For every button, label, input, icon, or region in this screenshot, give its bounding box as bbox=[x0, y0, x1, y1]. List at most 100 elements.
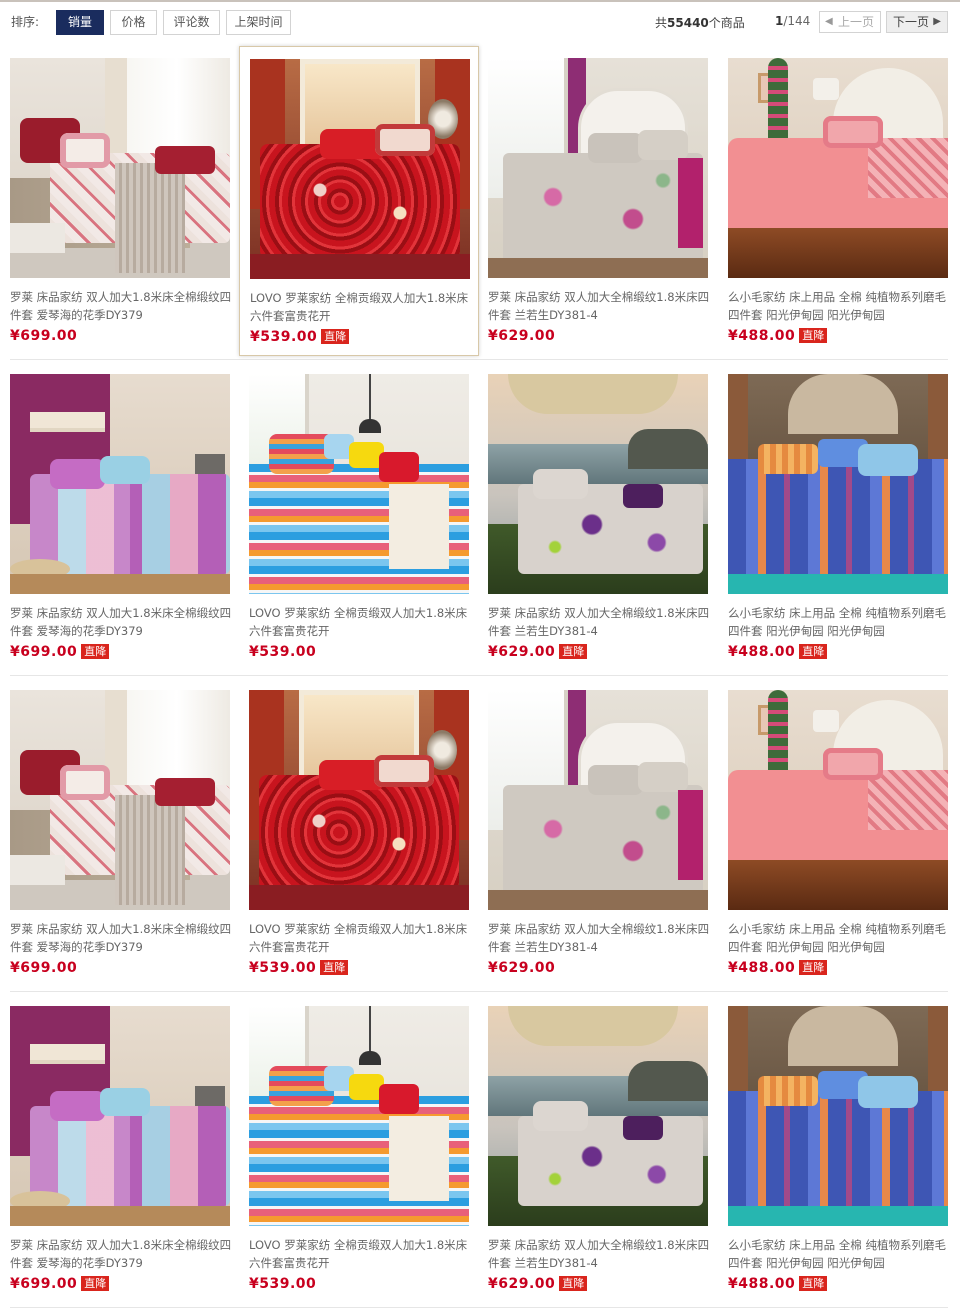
product-price-row: ¥699.00 bbox=[10, 960, 77, 976]
product-price: ¥539.00 bbox=[250, 329, 318, 345]
product-card[interactable]: 么小毛家纺 床上用品 全棉 纯植物系列磨毛 四件套 阳光伊甸园 阳光伊甸园 ¥4… bbox=[718, 362, 958, 672]
result-count-value: 55440 bbox=[667, 16, 709, 30]
product-price: ¥629.00 bbox=[488, 1276, 556, 1292]
product-title[interactable]: 罗莱 床品家纺 双人加大1.8米床全棉缎纹四件套 爱琴海的花季DY379 bbox=[10, 288, 232, 324]
product-title[interactable]: 罗莱 床品家纺 双人加大1.8米床全棉缎纹四件套 爱琴海的花季DY379 bbox=[10, 604, 232, 640]
product-title[interactable]: LOVO 罗莱家纺 全棉贡缎双人加大1.8米床六件套富贵花开 bbox=[249, 920, 471, 956]
product-price: ¥488.00 bbox=[728, 1276, 796, 1292]
product-image[interactable] bbox=[249, 374, 469, 594]
next-page-button[interactable]: 下一页 ▶ bbox=[886, 11, 948, 33]
product-card[interactable]: 罗莱 床品家纺 双人加大全棉缎纹1.8米床四件套 兰若生DY381-4 ¥629… bbox=[478, 362, 718, 672]
product-card[interactable]: 么小毛家纺 床上用品 全棉 纯植物系列磨毛 四件套 阳光伊甸园 阳光伊甸园 ¥4… bbox=[718, 994, 958, 1304]
price-drop-badge: 直降 bbox=[81, 1276, 110, 1291]
product-price-row: ¥629.00 bbox=[488, 960, 555, 976]
product-image[interactable] bbox=[728, 58, 948, 278]
product-card[interactable]: LOVO 罗莱家纺 全棉贡缎双人加大1.8米床六件套富贵花开 ¥539.00 直降 bbox=[239, 678, 479, 988]
product-card[interactable]: 罗莱 床品家纺 双人加大1.8米床全棉缎纹四件套 爱琴海的花季DY379 ¥69… bbox=[0, 678, 240, 988]
price-drop-badge: 直降 bbox=[799, 328, 828, 343]
price-drop-badge: 直降 bbox=[799, 1276, 828, 1291]
prev-page-label: 上一页 bbox=[838, 15, 875, 29]
product-price-row: ¥629.00 直降 bbox=[488, 644, 588, 660]
product-card[interactable]: 罗莱 床品家纺 双人加大全棉缎纹1.8米床四件套 兰若生DY381-4 ¥629… bbox=[478, 994, 718, 1304]
product-price-row: ¥488.00 直降 bbox=[728, 644, 828, 660]
product-price: ¥488.00 bbox=[728, 960, 796, 976]
product-price-row: ¥488.00 直降 bbox=[728, 328, 828, 344]
sort-label: 排序: bbox=[11, 15, 40, 29]
product-price-row: ¥629.00 直降 bbox=[488, 1276, 588, 1292]
row-divider bbox=[10, 359, 948, 360]
product-price: ¥488.00 bbox=[728, 644, 796, 660]
product-title[interactable]: 么小毛家纺 床上用品 全棉 纯植物系列磨毛 四件套 阳光伊甸园 阳光伊甸园 bbox=[728, 920, 950, 956]
product-image[interactable] bbox=[10, 1006, 230, 1226]
product-price: ¥699.00 bbox=[10, 328, 78, 344]
product-title[interactable]: 么小毛家纺 床上用品 全棉 纯植物系列磨毛 四件套 阳光伊甸园 阳光伊甸园 bbox=[728, 288, 950, 324]
price-drop-badge: 直降 bbox=[81, 644, 110, 659]
row-divider bbox=[10, 991, 948, 992]
total-pages: /144 bbox=[783, 14, 811, 28]
product-card[interactable]: 罗莱 床品家纺 双人加大1.8米床全棉缎纹四件套 爱琴海的花季DY379 ¥69… bbox=[0, 46, 240, 356]
product-image[interactable] bbox=[10, 374, 230, 594]
product-price: ¥629.00 bbox=[488, 644, 556, 660]
product-card[interactable]: 罗莱 床品家纺 双人加大1.8米床全棉缎纹四件套 爱琴海的花季DY379 ¥69… bbox=[0, 994, 240, 1304]
product-title[interactable]: 罗莱 床品家纺 双人加大1.8米床全棉缎纹四件套 爱琴海的花季DY379 bbox=[10, 1236, 232, 1272]
product-image[interactable] bbox=[728, 374, 948, 594]
product-title[interactable]: 罗莱 床品家纺 双人加大全棉缎纹1.8米床四件套 兰若生DY381-4 bbox=[488, 604, 710, 640]
product-price: ¥699.00 bbox=[10, 1276, 78, 1292]
product-card[interactable]: 罗莱 床品家纺 双人加大1.8米床全棉缎纹四件套 爱琴海的花季DY379 ¥69… bbox=[0, 362, 240, 672]
prev-page-button[interactable]: ◀ 上一页 bbox=[819, 11, 881, 33]
sort-by-reviews-button[interactable]: 评论数 bbox=[163, 10, 220, 35]
product-card[interactable]: 么小毛家纺 床上用品 全棉 纯植物系列磨毛 四件套 阳光伊甸园 阳光伊甸园 ¥4… bbox=[718, 46, 958, 356]
product-price-row: ¥539.00 直降 bbox=[249, 960, 349, 976]
chevron-left-icon: ◀ bbox=[825, 16, 833, 27]
product-card[interactable]: 罗莱 床品家纺 双人加大全棉缎纹1.8米床四件套 兰若生DY381-4 ¥629… bbox=[478, 46, 718, 356]
product-image[interactable] bbox=[488, 374, 708, 594]
price-drop-badge: 直降 bbox=[799, 960, 828, 975]
product-price-row: ¥539.00 bbox=[249, 644, 316, 660]
product-card[interactable]: 么小毛家纺 床上用品 全棉 纯植物系列磨毛 四件套 阳光伊甸园 阳光伊甸园 ¥4… bbox=[718, 678, 958, 988]
product-title[interactable]: 罗莱 床品家纺 双人加大全棉缎纹1.8米床四件套 兰若生DY381-4 bbox=[488, 288, 710, 324]
product-image[interactable] bbox=[488, 58, 708, 278]
product-card[interactable]: LOVO 罗莱家纺 全棉贡缎双人加大1.8米床六件套富贵花开 ¥539.00 bbox=[239, 362, 479, 672]
product-image[interactable] bbox=[728, 690, 948, 910]
product-price: ¥629.00 bbox=[488, 960, 556, 976]
product-title[interactable]: 罗莱 床品家纺 双人加大1.8米床全棉缎纹四件套 爱琴海的花季DY379 bbox=[10, 920, 232, 956]
price-drop-badge: 直降 bbox=[320, 960, 349, 975]
product-title[interactable]: 罗莱 床品家纺 双人加大全棉缎纹1.8米床四件套 兰若生DY381-4 bbox=[488, 920, 710, 956]
result-count-prefix: 共 bbox=[655, 16, 668, 30]
page-indicator: 1/144 bbox=[775, 14, 810, 28]
product-price: ¥699.00 bbox=[10, 960, 78, 976]
product-card[interactable]: LOVO 罗莱家纺 全棉贡缎双人加大1.8米床六件套富贵花开 ¥539.00 直降 bbox=[239, 46, 479, 356]
product-image[interactable] bbox=[250, 59, 470, 279]
product-price-row: ¥539.00 bbox=[249, 1276, 316, 1292]
product-title[interactable]: 罗莱 床品家纺 双人加大全棉缎纹1.8米床四件套 兰若生DY381-4 bbox=[488, 1236, 710, 1272]
product-image[interactable] bbox=[728, 1006, 948, 1226]
product-price-row: ¥488.00 直降 bbox=[728, 960, 828, 976]
sort-by-sales-button[interactable]: 销量 bbox=[56, 10, 104, 35]
product-card[interactable]: LOVO 罗莱家纺 全棉贡缎双人加大1.8米床六件套富贵花开 ¥539.00 bbox=[239, 994, 479, 1304]
sort-by-price-button[interactable]: 价格 bbox=[110, 10, 157, 35]
sort-toolbar: 排序: 销量 价格 评论数 上架时间 共55440个商品 1/144 ◀ 上一页… bbox=[0, 2, 960, 42]
product-title[interactable]: LOVO 罗莱家纺 全棉贡缎双人加大1.8米床六件套富贵花开 bbox=[250, 289, 472, 325]
product-price: ¥488.00 bbox=[728, 328, 796, 344]
row-divider bbox=[10, 675, 948, 676]
product-price: ¥699.00 bbox=[10, 644, 78, 660]
product-price-row: ¥699.00 bbox=[10, 328, 77, 344]
product-title[interactable]: LOVO 罗莱家纺 全棉贡缎双人加大1.8米床六件套富贵花开 bbox=[249, 1236, 471, 1272]
product-card[interactable]: 罗莱 床品家纺 双人加大全棉缎纹1.8米床四件套 兰若生DY381-4 ¥629… bbox=[478, 678, 718, 988]
price-drop-badge: 直降 bbox=[559, 1276, 588, 1291]
product-image[interactable] bbox=[488, 1006, 708, 1226]
sort-by-listing-time-button[interactable]: 上架时间 bbox=[226, 10, 291, 35]
price-drop-badge: 直降 bbox=[799, 644, 828, 659]
product-image[interactable] bbox=[249, 1006, 469, 1226]
product-image[interactable] bbox=[488, 690, 708, 910]
product-image[interactable] bbox=[249, 690, 469, 910]
product-title[interactable]: 么小毛家纺 床上用品 全棉 纯植物系列磨毛 四件套 阳光伊甸园 阳光伊甸园 bbox=[728, 1236, 950, 1272]
product-title[interactable]: LOVO 罗莱家纺 全棉贡缎双人加大1.8米床六件套富贵花开 bbox=[249, 604, 471, 640]
product-image[interactable] bbox=[10, 690, 230, 910]
result-count: 共55440个商品 bbox=[655, 14, 745, 31]
product-title[interactable]: 么小毛家纺 床上用品 全棉 纯植物系列磨毛 四件套 阳光伊甸园 阳光伊甸园 bbox=[728, 604, 950, 640]
product-price-row: ¥539.00 直降 bbox=[250, 329, 350, 345]
product-image[interactable] bbox=[10, 58, 230, 278]
product-price: ¥539.00 bbox=[249, 1276, 317, 1292]
product-price: ¥539.00 bbox=[249, 644, 317, 660]
